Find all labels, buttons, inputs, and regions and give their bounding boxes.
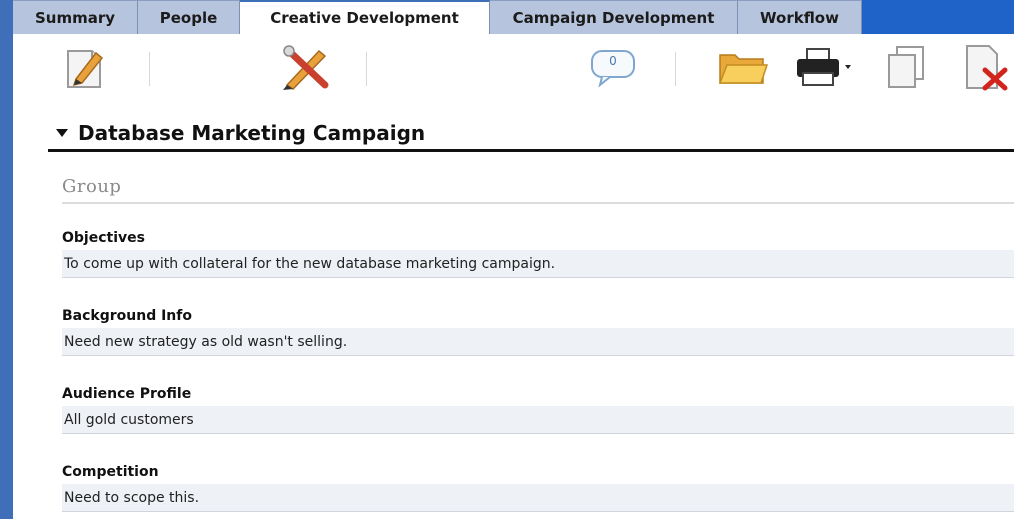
toolbar: 0 bbox=[13, 34, 1014, 100]
tab-creative-development[interactable]: Creative Development bbox=[240, 0, 490, 34]
toolbar-separator bbox=[366, 52, 367, 86]
collapse-triangle-icon[interactable] bbox=[56, 128, 68, 137]
comment-count: 0 bbox=[609, 54, 617, 68]
delete-icon[interactable] bbox=[957, 40, 1013, 94]
section-header[interactable]: Database Marketing Campaign bbox=[48, 116, 1014, 152]
edit-icon[interactable] bbox=[59, 40, 113, 94]
tab-bar: Summary People Creative Development Camp… bbox=[0, 0, 1014, 519]
field-label: Background Info bbox=[62, 308, 192, 324]
tab-summary[interactable]: Summary bbox=[13, 0, 138, 34]
field-competition: Competition Need to scope this. bbox=[62, 460, 1014, 512]
section-title: Database Marketing Campaign bbox=[78, 120, 426, 145]
field-value[interactable]: To come up with collateral for the new d… bbox=[62, 250, 1014, 278]
campaign-section: Database Marketing Campaign bbox=[48, 116, 1014, 152]
tab-people[interactable]: People bbox=[138, 0, 240, 34]
field-value[interactable]: Need new strategy as old wasn't selling. bbox=[62, 328, 1014, 356]
field-objectives: Objectives To come up with collateral fo… bbox=[62, 226, 1014, 278]
comment-icon[interactable]: 0 bbox=[585, 40, 641, 94]
tab-bar-filler bbox=[862, 0, 1014, 34]
field-value[interactable]: All gold customers bbox=[62, 406, 1014, 434]
field-value[interactable]: Need to scope this. bbox=[62, 484, 1014, 512]
field-label: Competition bbox=[62, 464, 159, 480]
tab-workflow[interactable]: Workflow bbox=[738, 0, 862, 34]
folder-icon[interactable] bbox=[715, 40, 771, 94]
toolbar-separator bbox=[149, 52, 150, 86]
toolbar-separator bbox=[675, 52, 676, 86]
group-label: Group bbox=[62, 176, 1014, 204]
print-icon[interactable] bbox=[791, 40, 855, 94]
copy-icon[interactable] bbox=[879, 40, 933, 94]
tab-campaign-development[interactable]: Campaign Development bbox=[490, 0, 738, 34]
tab-list: Summary People Creative Development Camp… bbox=[13, 0, 862, 34]
field-audience-profile: Audience Profile All gold customers bbox=[62, 382, 1014, 434]
left-accent-bar bbox=[0, 0, 13, 519]
field-label: Objectives bbox=[62, 230, 145, 246]
tools-icon[interactable] bbox=[275, 40, 335, 94]
field-background-info: Background Info Need new strategy as old… bbox=[62, 304, 1014, 356]
field-label: Audience Profile bbox=[62, 386, 192, 402]
